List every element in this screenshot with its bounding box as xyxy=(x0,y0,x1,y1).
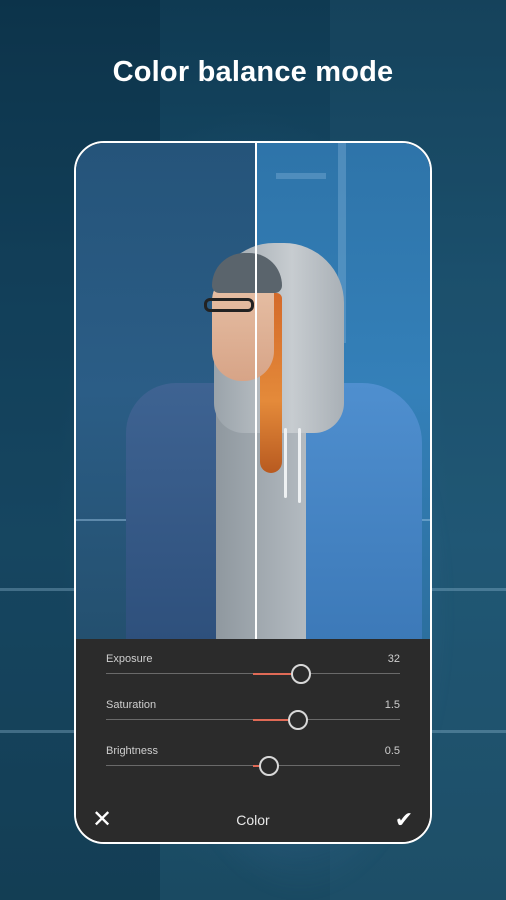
glasses xyxy=(204,298,254,312)
saturation-label: Saturation xyxy=(106,699,157,711)
saturation-slider[interactable] xyxy=(106,710,400,730)
saturation-thumb[interactable] xyxy=(288,710,309,730)
brightness-value: 0.5 xyxy=(384,745,400,757)
exposure-label: Exposure xyxy=(106,653,153,665)
saturation-value: 1.5 xyxy=(384,699,400,711)
brightness-slider[interactable] xyxy=(106,756,400,776)
checkmark-icon[interactable]: ✔ xyxy=(392,808,416,832)
exposure-slider[interactable] xyxy=(106,664,400,684)
adjustment-panel: Exposure 32 Saturation 1.5 Brightness 0.… xyxy=(76,639,430,842)
phone-frame: Exposure 32 Saturation 1.5 Brightness 0.… xyxy=(74,141,432,844)
exposure-thumb[interactable] xyxy=(291,664,312,684)
saturation-slider-row: Saturation 1.5 xyxy=(106,699,400,739)
brightness-thumb[interactable] xyxy=(258,756,279,776)
brightness-label: Brightness xyxy=(106,745,158,757)
brightness-slider-row: Brightness 0.5 xyxy=(106,745,400,785)
exposure-value: 32 xyxy=(387,653,400,665)
editor-bottom-bar: ✕ Color ✔ xyxy=(76,796,430,842)
exposure-slider-row: Exposure 32 xyxy=(106,653,400,693)
compare-divider-handle[interactable] xyxy=(255,143,257,639)
comparison-photo xyxy=(76,143,430,639)
mode-label: Color xyxy=(236,812,270,828)
headline: Color balance mode xyxy=(112,56,394,88)
